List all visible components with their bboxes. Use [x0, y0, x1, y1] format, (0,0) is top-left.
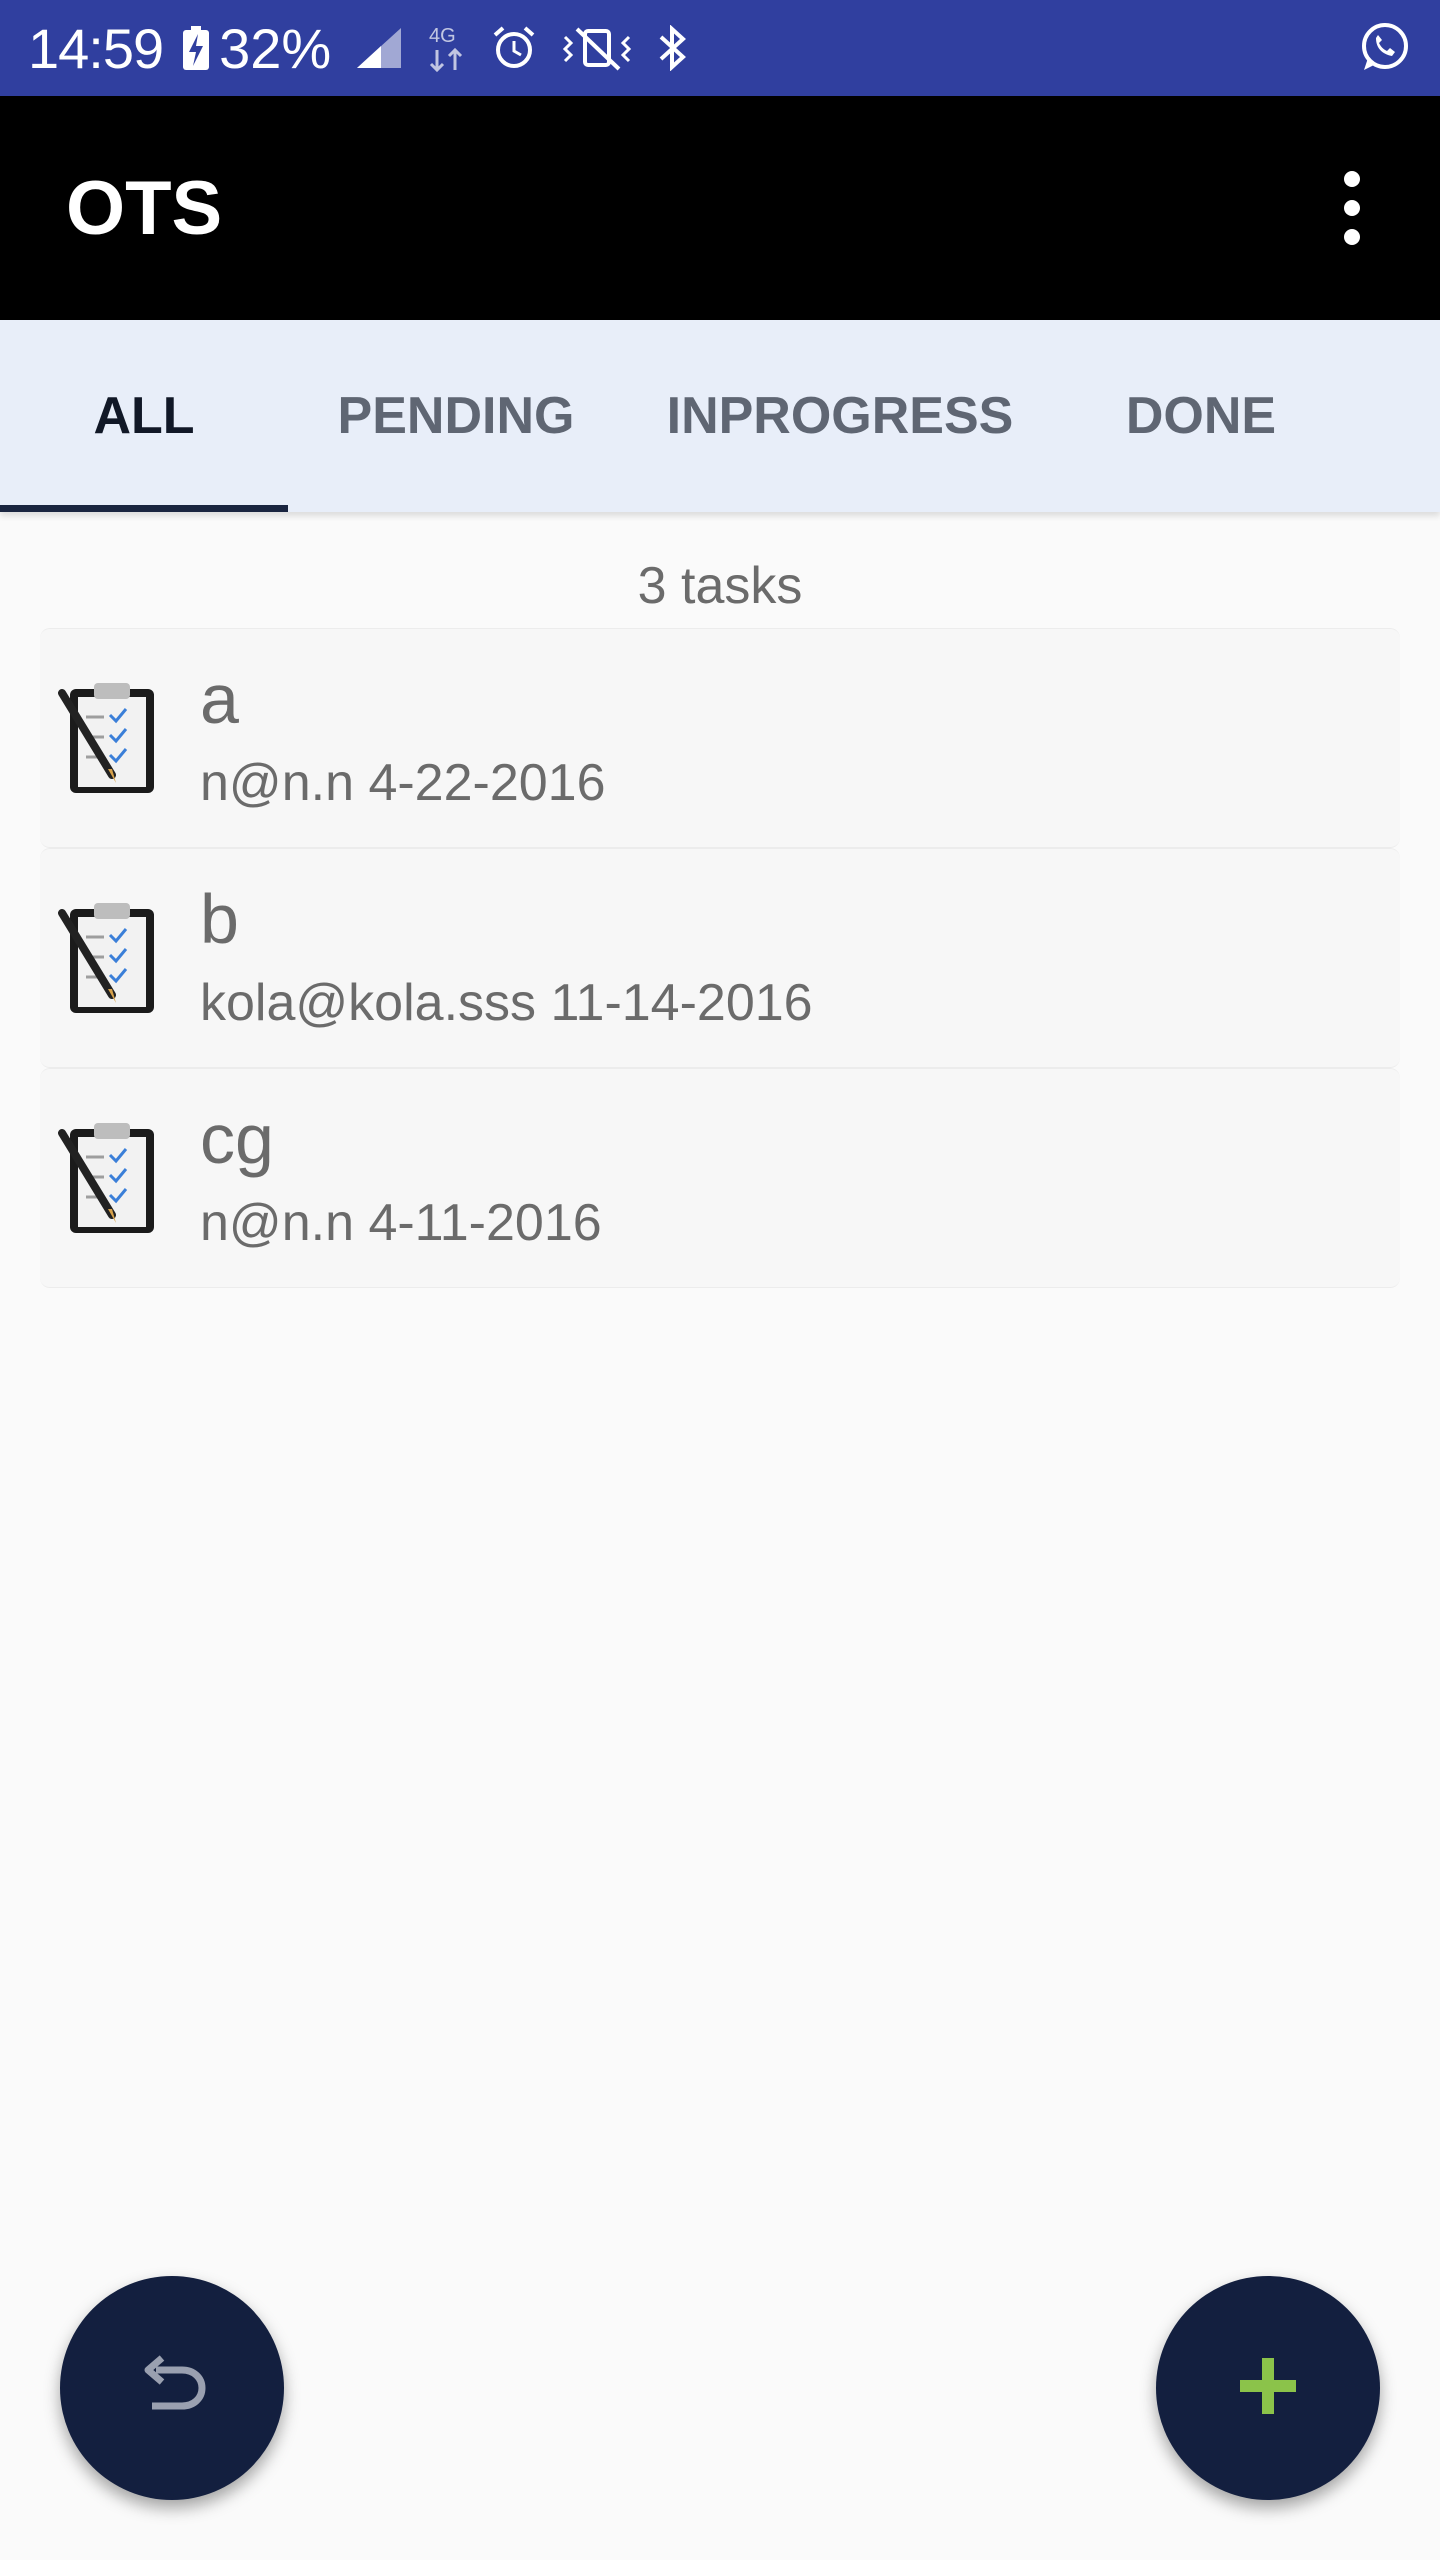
tab-all[interactable]: ALL: [0, 320, 288, 512]
whatsapp-icon: [1356, 20, 1412, 76]
task-subtitle: kola@kola.sss 11-14-2016: [200, 974, 813, 1032]
add-task-button[interactable]: [1156, 2276, 1380, 2500]
app-title: OTS: [66, 165, 223, 251]
status-battery-percent: 32%: [219, 16, 332, 80]
task-title: cg: [200, 1100, 274, 1178]
clipboard-checklist-icon: [58, 1119, 162, 1237]
more-vert-icon: [1344, 171, 1360, 187]
undo-button[interactable]: [60, 2276, 284, 2500]
task-title: b: [200, 880, 239, 958]
task-list-item[interactable]: cg n@n.n 4-11-2016: [40, 1068, 1400, 1288]
undo-icon: [136, 2354, 208, 2423]
task-list-item[interactable]: b kola@kola.sss 11-14-2016: [40, 848, 1400, 1068]
clipboard-checklist-icon: [58, 679, 162, 797]
more-vert-icon-dot: [1344, 229, 1360, 245]
tab-done[interactable]: DONE: [1056, 320, 1346, 512]
alarm-icon: [491, 25, 537, 71]
status-time: 14:59: [28, 16, 164, 80]
bluetooth-icon: [657, 25, 689, 71]
battery-charging-icon: [183, 26, 210, 70]
signal-icon: [355, 26, 403, 70]
task-title: a: [200, 660, 239, 738]
tab-indicator: [0, 505, 288, 512]
task-subtitle: n@n.n 4-11-2016: [200, 1194, 602, 1252]
task-list: a n@n.n 4-22-2016 b kola@kola.sss 11-14-…: [40, 628, 1400, 1288]
tab-bar: ALL PENDING INPROGRESS DONE: [0, 320, 1440, 512]
svg-text:4G: 4G: [429, 25, 456, 47]
status-icons: 4G: [355, 22, 689, 74]
clipboard-checklist-icon: [58, 899, 162, 1017]
more-vert-icon-dot: [1344, 200, 1360, 216]
app-bar: OTS: [0, 96, 1440, 320]
overflow-menu-button[interactable]: [1316, 148, 1388, 268]
vibrate-mute-icon: [561, 25, 633, 71]
plus-icon: [1238, 2356, 1298, 2421]
network-4g-icon: 4G: [427, 22, 467, 74]
task-count: 3 tasks: [637, 557, 803, 615]
task-subtitle: n@n.n 4-22-2016: [200, 754, 606, 812]
task-list-item[interactable]: a n@n.n 4-22-2016: [40, 628, 1400, 848]
tab-pending[interactable]: PENDING: [288, 320, 624, 512]
tab-inprogress[interactable]: INPROGRESS: [624, 320, 1056, 512]
status-bar: 14:59 32% 4G: [0, 0, 1440, 96]
